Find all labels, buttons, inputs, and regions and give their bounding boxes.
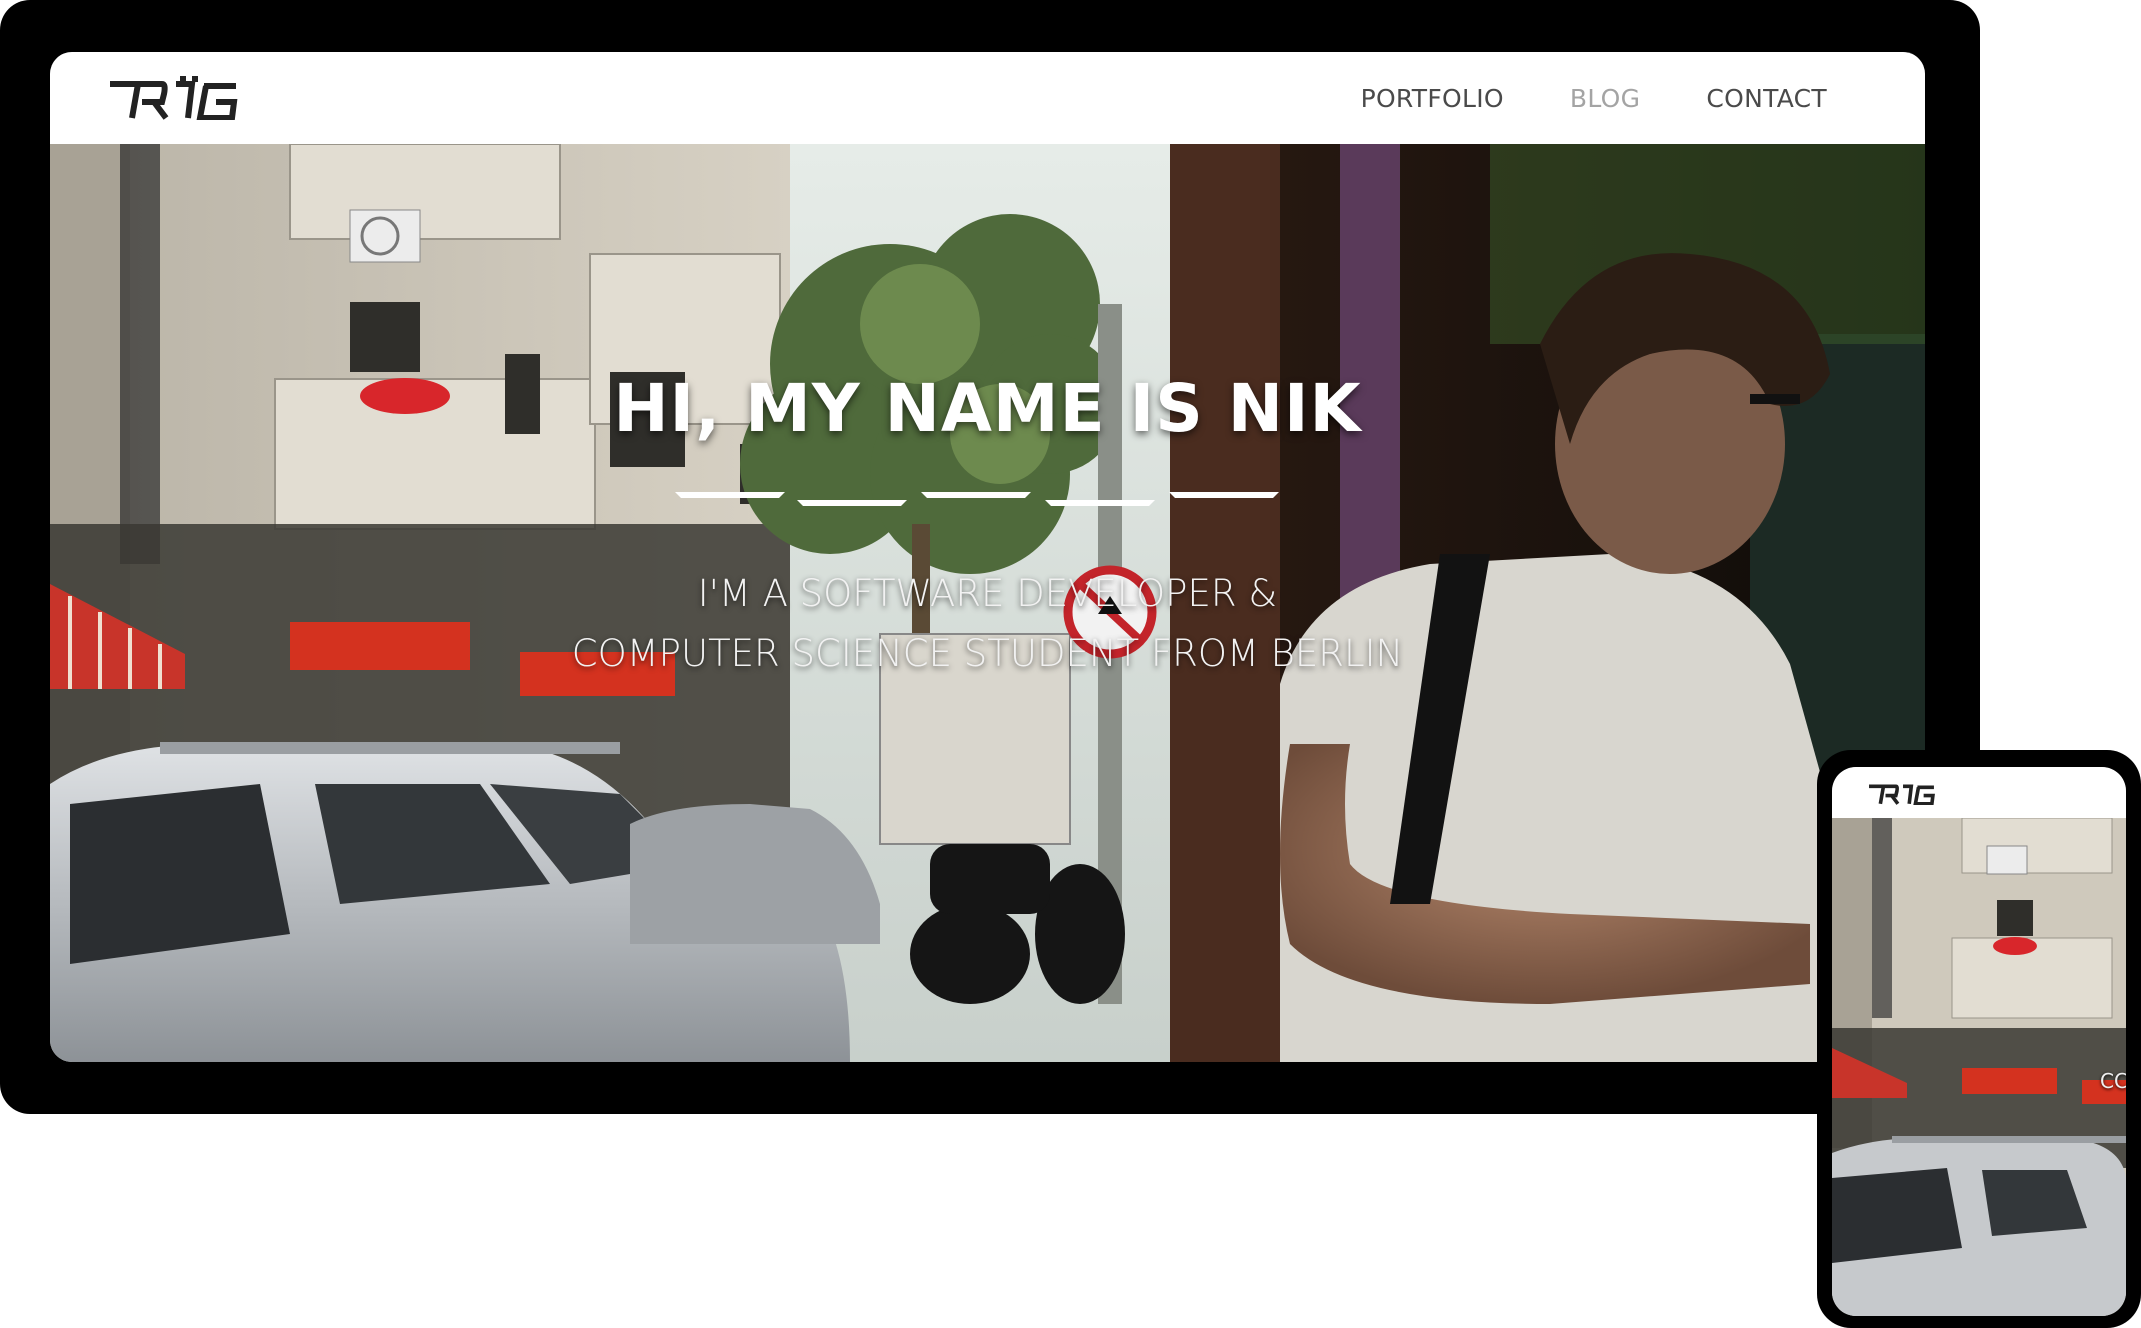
desktop-device-frame: PORTFOLIO BLOG CONTACT HI, MY NAME IS NI… [0,0,1980,1114]
hero-subtitle-line-2: COMPUTER SCIENCE STUDENT FROM BERLIN [571,632,1404,675]
trig-logo-icon[interactable] [1868,781,1936,805]
segmented-divider-icon [675,492,1279,506]
hero-section: HI, MY NAME IS NIK I'M A SOFTWARE DEVELO… [50,52,1925,1062]
site-header: PORTFOLIO BLOG CONTACT [50,52,1925,144]
hero-subtitle-line-1: I'M A SOFTWARE DEVELOPER & [697,572,1278,615]
main-nav: PORTFOLIO BLOG CONTACT [1361,52,1827,144]
hero-subtitle: I'M A SOFTWARE DEVELOPER & COMPUTER SCIE… [50,564,1925,684]
hero-title: HI, MY NAME IS NIK [613,370,1362,447]
trig-logo-icon[interactable] [108,74,240,120]
desktop-screen: PORTFOLIO BLOG CONTACT HI, MY NAME IS NI… [50,52,1925,1062]
nav-link-portfolio[interactable]: PORTFOLIO [1361,84,1504,113]
phone-hero-subtitle-fragment: CC [2100,1069,2126,1093]
nav-link-contact[interactable]: CONTACT [1706,84,1827,113]
phone-header [1832,767,2126,818]
nav-link-blog[interactable]: BLOG [1570,84,1640,113]
